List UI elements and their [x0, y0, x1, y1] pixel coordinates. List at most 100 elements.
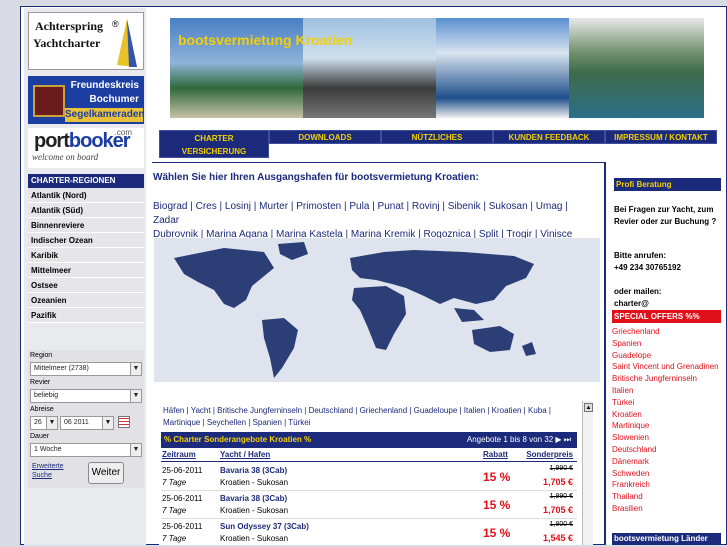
region-item[interactable]: Pazifik: [28, 308, 144, 323]
offer-new-price: 1,545 €: [542, 533, 573, 543]
country-link[interactable]: Frankreich: [612, 479, 721, 491]
nav-impressum-kontakt[interactable]: IMPRESSUM / KONTAKT: [605, 130, 717, 144]
month-select[interactable]: 06 2011 ▼: [60, 416, 114, 430]
header-banner: bootsvermietung Kroatien: [170, 18, 704, 118]
world-map[interactable]: [154, 238, 600, 382]
offer-harbor: Kroatien - Sukosan: [220, 506, 289, 515]
offer-discount: 15 %: [483, 526, 511, 540]
special-offer-countries: Griechenland Spanien Guadelope Saint Vin…: [612, 326, 721, 515]
country-link[interactable]: Griechenland: [612, 326, 721, 338]
region-item[interactable]: Atlantik (Süd): [28, 203, 144, 218]
region-item[interactable]: Atlantik (Nord): [28, 188, 144, 203]
call-label: Bitte anrufen:: [614, 251, 666, 260]
world-map-graphic: [174, 242, 536, 378]
offers-title: % Charter Sonderangebote Kroatien %: [164, 435, 312, 444]
country-link[interactable]: Saint Vincent und Grenadinen: [612, 361, 721, 373]
freundeskreis-logo[interactable]: Freundeskreis Bochumer Segelkameraden: [28, 76, 145, 124]
day-select[interactable]: 26 ▼: [30, 416, 58, 430]
country-link[interactable]: Deutschland: [612, 444, 721, 456]
country-link[interactable]: Schweden: [612, 468, 721, 480]
phone-number[interactable]: +49 234 30765192: [614, 262, 721, 274]
page-heading: Wählen Sie hier Ihren Ausgangshafen für …: [153, 172, 479, 183]
offer-old-price: 1,990 €: [549, 493, 573, 500]
special-offers-panel: Häfen | Yacht | Britische Jungferninseln…: [159, 401, 593, 545]
portbooker-domain: .com: [114, 128, 132, 137]
offer-yacht[interactable]: Bavaria 38 (3Cab): [220, 494, 287, 503]
country-link[interactable]: Slowenien: [612, 432, 721, 444]
country-link[interactable]: Dänemark: [612, 456, 721, 468]
nav-kunden-feedback[interactable]: KUNDEN FEEDBACK: [493, 130, 605, 144]
nav-charter-versicherung[interactable]: CHARTER VERSICHERUNG: [159, 130, 269, 158]
region-item[interactable]: Ozeanien: [28, 293, 144, 308]
col-yacht-hafen[interactable]: Yacht / Hafen: [220, 450, 270, 459]
country-link[interactable]: Thailand: [612, 491, 721, 503]
offer-duration: 7 Tage: [162, 506, 187, 515]
region-select[interactable]: Mittelmeer (2738) ▼: [30, 362, 142, 376]
extended-search-link[interactable]: Erweiterte Suche: [32, 462, 64, 480]
country-links[interactable]: Häfen | Yacht | Britische Jungferninseln…: [163, 405, 579, 429]
offer-new-price: 1,705 €: [542, 505, 573, 515]
logo2-line1: Freundeskreis: [70, 80, 139, 91]
weiter-button[interactable]: Weiter: [88, 462, 124, 484]
scroll-up-icon[interactable]: ▲: [584, 403, 593, 412]
logo-text-line2: Yachtcharter: [33, 36, 101, 50]
logo-text-line1: Achterspring: [35, 19, 103, 33]
offer-row[interactable]: 25-06-2011 7 Tage Bavaria 38 (3Cab) Kroa…: [161, 491, 577, 519]
logo2-line2: Bochumer: [89, 94, 139, 105]
chevron-down-icon: ▼: [102, 417, 113, 429]
banner-photo-sails: [436, 18, 569, 118]
offer-harbor: Kroatien - Sukosan: [220, 534, 289, 543]
offer-duration: 7 Tage: [162, 534, 187, 543]
offer-yacht[interactable]: Bavaria 38 (3Cab): [220, 466, 287, 475]
crest-icon: [33, 85, 65, 117]
sail-icon: ®: [112, 19, 137, 67]
chevron-down-icon: ▼: [130, 444, 141, 456]
col-zeitraum[interactable]: Zeitraum: [162, 450, 196, 459]
offers-scrollbar[interactable]: ▲: [582, 401, 593, 545]
last-icon[interactable]: ⏭: [564, 435, 571, 444]
portbooker-logo[interactable]: portbooker .com welcome on board: [28, 128, 144, 168]
bootsvermietung-laender-header: bootsvermietung Länder: [612, 533, 721, 545]
charter-regions-menu: CHARTER-REGIONEN Atlantik (Nord) Atlanti…: [28, 174, 144, 323]
offer-old-price: 1,990 €: [549, 465, 573, 472]
offer-duration: 7 Tage: [162, 478, 187, 487]
country-link[interactable]: Kroatien: [612, 409, 721, 421]
country-link[interactable]: Spanien: [612, 338, 721, 350]
dauer-select[interactable]: 1 Woche ▼: [30, 443, 142, 457]
nav-downloads[interactable]: DOWNLOADS: [269, 130, 381, 144]
region-item[interactable]: Mittelmeer: [28, 263, 144, 278]
country-link[interactable]: Britische Jungferninseln: [612, 373, 721, 385]
harbor-links[interactable]: Biograd | Cres | Losinj | Murter | Primo…: [153, 200, 593, 242]
region-item[interactable]: Ostsee: [28, 278, 144, 293]
offer-discount: 15 %: [483, 470, 511, 484]
offer-discount: 15 %: [483, 498, 511, 512]
offer-date: 25-06-2011: [162, 494, 203, 503]
profi-beratung-header: Profi Beratung: [614, 178, 721, 191]
offer-new-price: 1,705 €: [542, 477, 573, 487]
col-rabatt[interactable]: Rabatt: [483, 450, 508, 459]
mail-label: oder mailen:: [614, 287, 662, 296]
offer-row[interactable]: 25-06-2011 7 Tage Bavaria 38 (3Cab) Kroa…: [161, 463, 577, 491]
region-item[interactable]: Binnenreviere: [28, 218, 144, 233]
offers-count: Angebote 1 bis 8 von 32 ▶ ⏭: [466, 435, 571, 444]
country-link[interactable]: Italien: [612, 385, 721, 397]
country-link[interactable]: Brasilien: [612, 503, 721, 515]
registered-mark: ®: [112, 19, 119, 29]
region-item[interactable]: Indischer Ozean: [28, 233, 144, 248]
country-link[interactable]: Türkei: [612, 397, 721, 409]
next-icon[interactable]: ▶: [555, 435, 561, 444]
col-sonderpreis[interactable]: Sonderpreis: [526, 450, 573, 459]
country-link[interactable]: Guadelope: [612, 350, 721, 362]
country-link[interactable]: Martinique: [612, 420, 721, 432]
search-form: Region Mittelmeer (2738) ▼ Revier beliebi…: [28, 350, 144, 488]
calendar-icon[interactable]: [118, 416, 130, 428]
offer-yacht[interactable]: Sun Odyssey 37 (3Cab): [220, 522, 309, 531]
mail-address[interactable]: charter@: [614, 298, 721, 310]
region-item[interactable]: Karibik: [28, 248, 144, 263]
revier-select[interactable]: beliebig ▼: [30, 389, 142, 403]
achterspring-logo[interactable]: Achterspring Yachtcharter ®: [28, 12, 144, 70]
chevron-down-icon: ▼: [130, 363, 141, 375]
nav-nuetzliches[interactable]: NÜTZLICHES: [381, 130, 493, 144]
banner-photo-bay: [569, 18, 704, 118]
offer-row[interactable]: 25-06-2011 7 Tage Sun Odyssey 37 (3Cab) …: [161, 519, 577, 547]
